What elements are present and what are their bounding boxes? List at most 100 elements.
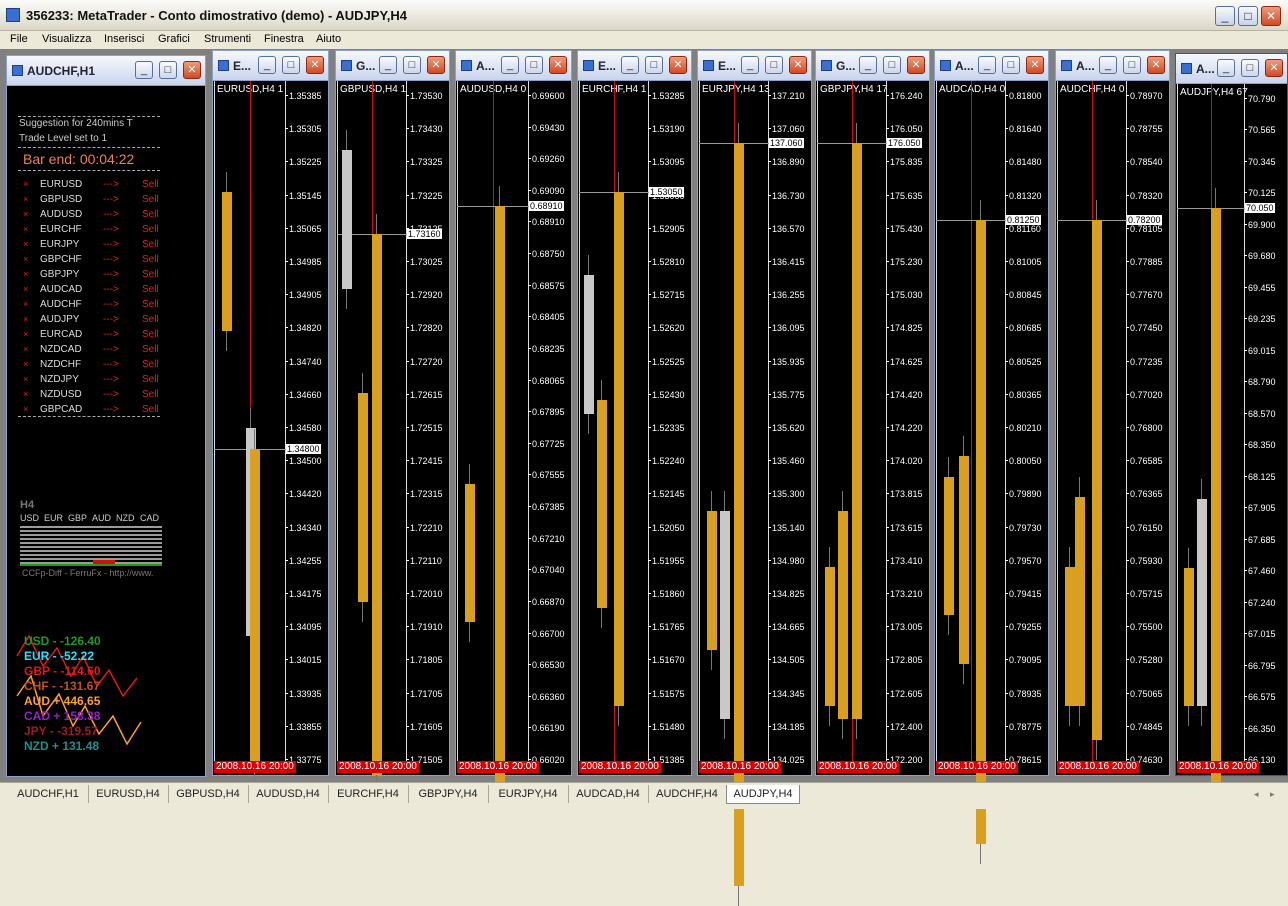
chart-window-0[interactable]: E... _ □ ✕ EURUSD,H4 1 1.35385 1.35305 1.35225 1… [212,50,329,781]
currency-strength: GBP - -114.60 [24,664,101,678]
menu-aiuto[interactable]: Aiuto [316,33,341,45]
chart-window-icon [218,60,229,71]
chart-area[interactable]: AUDCAD,H4 0 0.81800 0.81640 0.81480 0.81320 0… [935,81,1048,864]
chart-window-1[interactable]: G... _ □ ✕ GBPUSD,H4 1 1.73530 1.73430 1.73325 1… [335,50,450,795]
maximize-icon[interactable]: □ [883,56,901,74]
chart-window-header[interactable]: E... _ □ ✕ [578,51,691,81]
minimize-icon[interactable]: _ [379,56,397,74]
close-icon[interactable]: ✕ [669,56,687,74]
panel-window-header[interactable]: AUDCHF,H1 _ □ ✕ [7,56,205,86]
chart-window-header[interactable]: A... _ □ ✕ [1176,54,1287,84]
close-icon[interactable]: ✕ [1261,6,1281,26]
chart-window-header[interactable]: E... _ □ ✕ [213,51,328,81]
maximize-icon[interactable]: □ [1238,6,1258,26]
maximize-icon[interactable]: □ [645,56,663,74]
chart-area[interactable]: EURCHF,H4 11.532851.531901.530951.530001… [578,81,691,775]
tab-eurjpy-h4[interactable]: EURJPY,H4 [488,785,569,803]
minimize-icon[interactable]: _ [135,61,153,79]
chart-window-8[interactable]: A... _ □ ✕ AUDJPY,H4 67 70.790 70.565 70.345 70.… [1175,53,1288,809]
price-tick-label: 69.455 [1248,283,1276,293]
chart-window-5[interactable]: G... _ □ ✕ GBPJPY,H4 17 176.240 176.050 175.835… [815,50,930,776]
tab-audchf-h1[interactable]: AUDCHF,H1 [8,785,89,803]
menu-inserisci[interactable]: Inserisci [104,33,144,45]
minimize-icon[interactable]: _ [1099,56,1117,74]
price-tick-mark [406,327,409,328]
maximize-icon[interactable]: □ [282,56,300,74]
price-tick-mark [1126,128,1129,129]
menu-finestra[interactable]: Finestra [264,33,304,45]
minimize-icon[interactable]: _ [621,56,639,74]
price-tick-mark [1244,696,1247,697]
minimize-icon[interactable]: _ [1217,59,1235,77]
maximize-icon[interactable]: □ [159,61,177,79]
close-icon[interactable]: ✕ [1265,59,1283,77]
panel-window-audchf-h1[interactable]: AUDCHF,H1 _ □ ✕ Suggestion for 240mins T… [6,55,206,777]
minimize-icon[interactable]: _ [1215,6,1235,26]
tab-audjpy-h4[interactable]: AUDJPY,H4 [726,785,800,804]
chart-window-header[interactable]: G... _ □ ✕ [336,51,449,81]
close-icon[interactable]: ✕ [306,56,324,74]
menu-visualizza[interactable]: Visualizza [42,33,91,45]
maximize-icon[interactable]: □ [1002,56,1020,74]
chart-window-4[interactable]: E... _ □ ✕ EURJPY,H4 13 137.210 137.060 136.890… [697,50,812,906]
price-tick-label: 134.980 [772,556,805,566]
chart-window-2[interactable]: A... _ □ ✕ AUDUSD,H4 0 0.69600 0.69430 0.69260 0… [455,50,572,809]
chart-window-header[interactable]: A... _ □ ✕ [1056,51,1169,81]
minimize-icon[interactable]: _ [258,56,276,74]
maximize-icon[interactable]: □ [1241,59,1259,77]
chart-area[interactable]: GBPJPY,H4 17 176.240 176.050 175.835 175.635… [816,81,929,775]
close-icon[interactable]: ✕ [789,56,807,74]
close-icon[interactable]: ✕ [427,56,445,74]
close-icon[interactable]: ✕ [907,56,925,74]
tab-audchf-h4[interactable]: AUDCHF,H4 [648,785,727,803]
close-icon[interactable]: ✕ [1147,56,1165,74]
chart-window-6[interactable]: A... _ □ ✕ AUDCAD,H4 0 0.81800 0.81640 0.81480 0… [934,50,1049,864]
maximize-icon[interactable]: □ [1123,56,1141,74]
chart-area[interactable]: AUDCHF,H4 0 0.78970 0.78755 0.78540 0.78320 0… [1056,81,1169,775]
price-tick-label: 1.34500 [289,456,322,466]
chart-area[interactable]: EURJPY,H4 13 137.210 137.060 136.890 136.730… [698,81,811,906]
menu-strumenti[interactable]: Strumenti [204,33,251,45]
tab-audusd-h4[interactable]: AUDUSD,H4 [248,785,329,803]
tab-scroll-left-icon[interactable]: ◂ [1254,789,1259,800]
tab-gbpjpy-h4[interactable]: GBPJPY,H4 [408,785,489,803]
price-tick-mark [648,593,651,594]
price-tick-label: 0.75065 [1130,689,1163,699]
chart-area[interactable]: AUDJPY,H4 67 70.790 70.565 70.345 70.125 69.9… [1176,84,1287,809]
maximize-icon[interactable]: □ [765,56,783,74]
price-tick-mark [886,128,889,129]
tab-scroll-right-icon[interactable]: ▸ [1270,789,1275,800]
menu-grafici[interactable]: Grafici [158,33,190,45]
tab-gbpusd-h4[interactable]: GBPUSD,H4 [168,785,249,803]
tab-eurusd-h4[interactable]: EURUSD,H4 [88,785,169,803]
chart-area[interactable]: GBPUSD,H4 1 1.73530 1.73430 1.73325 1.73225 1… [336,81,449,795]
menu-file[interactable]: File [10,33,28,45]
price-tick-mark [886,427,889,428]
price-tick-mark [1126,161,1129,162]
close-icon[interactable]: ✕ [549,56,567,74]
candle-body [372,234,382,775]
date-marker: 2008.10.16 20:00 [1177,761,1259,773]
minimize-icon[interactable]: _ [859,56,877,74]
close-icon[interactable]: ✕ [1026,56,1044,74]
chart-area[interactable]: EURUSD,H4 1 1.35385 1.35305 1.35225 1.35145 1… [213,81,328,781]
chart-window-header[interactable]: A... _ □ ✕ [456,51,571,81]
chart-window-header[interactable]: A... _ □ ✕ [935,51,1048,81]
tab-eurchf-h4[interactable]: EURCHF,H4 [328,785,409,803]
tab-audcad-h4[interactable]: AUDCAD,H4 [568,785,649,803]
price-tick-label: 0.67725 [532,439,565,449]
chart-window-header[interactable]: G... _ □ ✕ [816,51,929,81]
maximize-icon[interactable]: □ [525,56,543,74]
maximize-icon[interactable]: □ [403,56,421,74]
chart-area[interactable]: AUDUSD,H4 0 0.69600 0.69430 0.69260 0.69090 0… [456,81,571,809]
signal-x-icon: × [23,224,29,234]
candle-body [222,192,232,331]
price-tick-label: 70.125 [1248,188,1276,198]
minimize-icon[interactable]: _ [501,56,519,74]
minimize-icon[interactable]: _ [741,56,759,74]
chart-window-3[interactable]: E... _ □ ✕ EURCHF,H4 1 1.53285 1.53190 1.53095 1… [577,50,692,776]
minimize-icon[interactable]: _ [978,56,996,74]
chart-window-header[interactable]: E... _ □ ✕ [698,51,811,81]
close-icon[interactable]: ✕ [183,61,201,79]
chart-window-7[interactable]: A... _ □ ✕ AUDCHF,H4 0 0.78970 0.78755 0.78540 0… [1055,50,1170,776]
